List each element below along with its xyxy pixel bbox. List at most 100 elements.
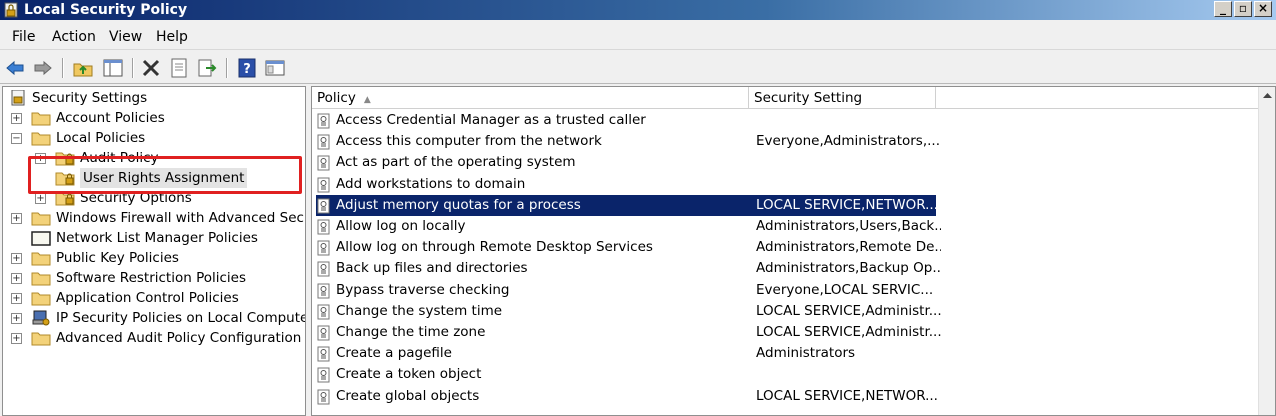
tree-item-label: Public Key Policies [56, 250, 179, 266]
tree-item[interactable]: + Public Key Policies [3, 248, 303, 268]
show-hide-tree-icon[interactable] [102, 57, 124, 79]
tree-item[interactable]: + Application Control Policies [3, 288, 303, 308]
restore-button[interactable]: ▫ [1234, 1, 1252, 17]
svg-text:?: ? [243, 62, 251, 77]
policy-icon [317, 367, 330, 383]
menu-help[interactable]: Help [156, 29, 188, 45]
table-row[interactable]: Back up files and directories Administrat… [316, 258, 941, 279]
properties-icon[interactable] [168, 57, 190, 79]
table-row[interactable]: Adjust memory quotas for a process LOCAL … [316, 194, 938, 216]
policy-icon [317, 325, 330, 341]
tree-item[interactable]: Network List Manager Policies [3, 228, 303, 248]
help-icon[interactable]: ? [236, 57, 258, 79]
scroll-up-arrow-icon[interactable] [1261, 89, 1274, 102]
folder-icon [31, 292, 51, 306]
console-icon[interactable] [264, 57, 286, 79]
expand-icon[interactable]: + [11, 113, 22, 124]
table-row[interactable]: Change the time zone LOCAL SERVICE,Admini… [316, 322, 941, 343]
export-list-icon[interactable] [196, 57, 218, 79]
menu-view[interactable]: View [109, 29, 142, 45]
table-row[interactable]: Change the system time LOCAL SERVICE,Admi… [316, 301, 941, 322]
menu-action[interactable]: Action [52, 29, 96, 45]
table-row[interactable]: Access this computer from the network Eve… [316, 131, 940, 152]
table-row[interactable]: Create a pagefile Administrators [316, 343, 936, 364]
back-arrow-icon[interactable] [4, 57, 26, 79]
tree-root[interactable]: Security Settings [7, 88, 302, 108]
folder-icon [31, 252, 51, 266]
column-header-policy[interactable]: Policy ▲ [312, 87, 749, 109]
tree-item[interactable]: + IP Security Policies on Local Computer [3, 308, 306, 328]
security-policy-icon [4, 2, 18, 18]
policy-icon [317, 261, 330, 277]
tree-item[interactable]: + Windows Firewall with Advanced Security [3, 208, 305, 228]
policy-name: Act as part of the operating system [336, 154, 576, 171]
security-setting-value: LOCAL SERVICE,Administr... [756, 302, 941, 319]
policy-name: Adjust memory quotas for a process [336, 196, 581, 213]
firewall-folder-icon [31, 212, 51, 226]
expand-icon[interactable]: + [11, 333, 22, 344]
vertical-scrollbar[interactable] [1258, 87, 1275, 415]
ip-security-icon [32, 310, 50, 326]
expand-icon[interactable]: + [11, 253, 22, 264]
security-setting-value: LOCAL SERVICE,Administr... [756, 324, 941, 340]
table-row[interactable]: Create global objects LOCAL SERVICE,NETWO… [316, 386, 938, 407]
tree-item-label: IP Security Policies on Local Computer [56, 310, 306, 326]
table-row[interactable]: Add workstations to domain [316, 174, 936, 195]
security-setting-value: LOCAL SERVICE,NETWOR... [756, 387, 938, 404]
policy-icon [317, 389, 330, 405]
window-title: Local Security Policy [24, 2, 188, 18]
network-list-icon [31, 231, 51, 246]
tree-item-label: Application Control Policies [56, 290, 239, 306]
table-row[interactable]: Access Credential Manager as a trusted c… [316, 110, 936, 131]
tree-item[interactable]: − Local Policies [3, 128, 303, 148]
tree-item-label: Account Policies [56, 110, 165, 126]
tree-root-label: Security Settings [32, 90, 148, 106]
up-folder-icon[interactable] [72, 57, 94, 79]
expand-icon[interactable]: + [11, 213, 22, 224]
tree-item-label: Advanced Audit Policy Configuration [56, 330, 302, 346]
policy-name: Allow log on through Remote Desktop Serv… [336, 239, 653, 256]
policy-icon [317, 113, 330, 129]
table-row[interactable]: Allow log on through Remote Desktop Serv… [316, 237, 941, 258]
title-bar: Local Security Policy _ ▫ × [0, 0, 1276, 20]
security-setting-value: Administrators [756, 345, 856, 362]
expand-icon[interactable]: + [35, 193, 46, 204]
minimize-button[interactable]: _ [1214, 1, 1232, 17]
collapse-icon[interactable]: − [11, 133, 22, 144]
tree-item[interactable]: + Software Restriction Policies [3, 268, 303, 288]
forward-arrow-icon[interactable] [32, 57, 54, 79]
table-row[interactable]: Bypass traverse checking Everyone,LOCAL S… [316, 280, 936, 301]
close-button[interactable]: × [1254, 1, 1272, 17]
delete-icon[interactable] [140, 57, 162, 79]
menu-file[interactable]: File [12, 29, 35, 45]
policy-name: Create a pagefile [336, 345, 452, 362]
console-tree: Security Settings + Account Policies − Loca… [2, 86, 306, 416]
policy-name: Access this computer from the network [336, 133, 602, 150]
folder-icon [31, 112, 51, 126]
policy-icon [317, 240, 330, 256]
policy-name: Allow log on locally [336, 218, 466, 234]
policy-name: Create global objects [336, 387, 480, 404]
folder-icon [31, 272, 51, 286]
policy-name: Change the system time [336, 302, 503, 319]
tree-item-label: Network List Manager Policies [56, 230, 258, 246]
folder-icon [31, 332, 51, 346]
expand-icon[interactable]: + [11, 273, 22, 284]
tree-item[interactable]: + Account Policies [3, 108, 303, 128]
tree-item-label: Windows Firewall with Advanced Security [56, 210, 305, 226]
policy-icon [317, 198, 330, 214]
red-highlight-annotation [28, 156, 302, 194]
expand-icon[interactable]: + [11, 293, 22, 304]
table-row[interactable]: Allow log on locally Administrators,Users… [316, 216, 941, 237]
folder-icon [31, 132, 51, 146]
column-header-security-setting[interactable]: Security Setting [749, 87, 936, 109]
tree-item[interactable]: + Advanced Audit Policy Configuration [3, 328, 303, 348]
policy-name: Back up files and directories [336, 260, 528, 277]
details-list: Policy ▲ Security Setting Access Credenti… [311, 86, 1276, 416]
policy-icon [317, 283, 330, 299]
tree-item-label: Local Policies [56, 130, 146, 146]
expand-icon[interactable]: + [11, 313, 22, 324]
table-row[interactable]: Create a token object [316, 364, 936, 385]
security-setting-value: Administrators,Users,Back... [756, 218, 941, 234]
table-row[interactable]: Act as part of the operating system [316, 152, 936, 173]
